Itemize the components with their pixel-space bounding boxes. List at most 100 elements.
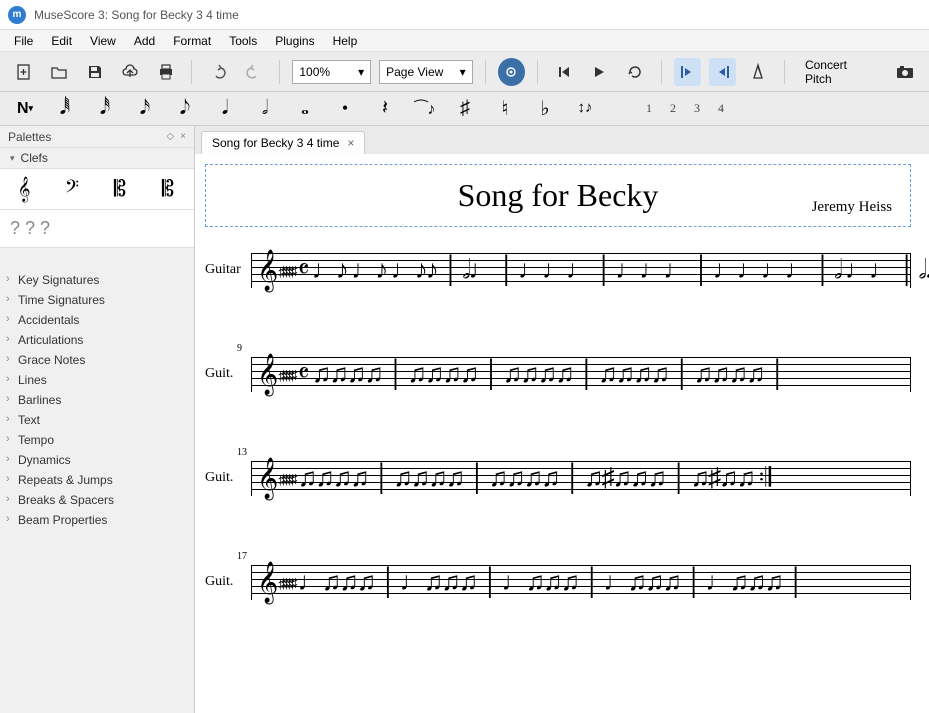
title-frame[interactable]: Song for Becky Jeremy Heiss [205, 164, 911, 227]
palette-grace-notes[interactable]: Grace Notes [0, 350, 194, 370]
concert-pitch-button[interactable]: Concert Pitch [797, 59, 884, 85]
menu-edit[interactable]: Edit [43, 32, 80, 50]
canvas-area: Song for Becky 3 4 time × Song for Becky… [195, 126, 929, 713]
loop-in-button[interactable] [674, 58, 701, 86]
voice-3-button[interactable]: 3 [694, 101, 700, 116]
chevron-down-icon: ▾ [358, 65, 364, 79]
play-button[interactable] [586, 58, 613, 86]
palette-list: Key Signatures Time Signatures Accidenta… [0, 270, 194, 530]
duration-16th-button[interactable]: 𝅘𝅥𝅯 [134, 96, 156, 122]
staff-lines[interactable]: 𝄞♯♯♯♯♯ 𝄴 ♩♪ ♩♪ ♩♪♪ │ 𝅗𝅥♩ │ ♩♩♩ │ ♩♩♩ │ ♩… [251, 253, 911, 287]
sharp-button[interactable]: ♯ [454, 96, 476, 122]
toolbar-separator [485, 60, 486, 84]
menu-add[interactable]: Add [126, 32, 163, 50]
staff-system-2[interactable]: Guit. 9 𝄞♯♯♯♯♯ 𝄴 ♫♫♫♫ │ ♫♫♫♫ │ ♫♫♫♫ │ ♫♫… [205, 357, 911, 391]
bar-number: 17 [237, 551, 247, 562]
palette-tempo[interactable]: Tempo [0, 430, 194, 450]
dot-button[interactable]: • [334, 96, 356, 122]
palette-barlines[interactable]: Barlines [0, 390, 194, 410]
voice-2-button[interactable]: 2 [670, 101, 676, 116]
staff-label: Guit. [205, 574, 251, 590]
window-title: MuseScore 3: Song for Becky 3 4 time [34, 8, 239, 22]
flat-button[interactable]: ♭ [534, 96, 556, 122]
undock-icon[interactable]: ◇ [166, 131, 174, 142]
duration-quarter-button[interactable]: 𝅘𝅥 [214, 96, 236, 122]
staff-lines[interactable]: 13 𝄞♯♯♯♯♯ ♫♫♫♫ │ ♫♫♫♫ │ ♫♫♫♫ │ ♫♯♫♫♫ │ ♫… [251, 461, 911, 495]
rewind-button[interactable] [550, 58, 577, 86]
menu-format[interactable]: Format [165, 32, 219, 50]
staff-lines[interactable]: 17 𝄞♯♯♯♯♯ ♩♫♫♫ │ ♩♫♫♫ │ ♩♫♫♫ │ ♩♫♫♫ │ ♩♫… [251, 565, 911, 599]
menu-file[interactable]: File [6, 32, 41, 50]
staff-system-4[interactable]: Guit. 17 𝄞♯♯♯♯♯ ♩♫♫♫ │ ♩♫♫♫ │ ♩♫♫♫ │ ♩♫♫… [205, 565, 911, 599]
staff-system-3[interactable]: Guit. 13 𝄞♯♯♯♯♯ ♫♫♫♫ │ ♫♫♫♫ │ ♫♫♫♫ │ ♫♯♫… [205, 461, 911, 495]
palette-dynamics[interactable]: Dynamics [0, 450, 194, 470]
new-file-button[interactable] [10, 58, 37, 86]
score-composer[interactable]: Jeremy Heiss [812, 199, 892, 216]
staff-system-1[interactable]: Guitar 𝄞♯♯♯♯♯ 𝄴 ♩♪ ♩♪ ♩♪♪ │ 𝅗𝅥♩ │ ♩♩♩ │ … [205, 253, 911, 287]
note-input-toolbar: N▾ 𝅘𝅥𝅱 𝅘𝅥𝅰 𝅘𝅥𝅯 𝅘𝅥𝅮 𝅘𝅥 𝅗𝅥 𝅝 • 𝄽 ⁀♪ ♯ ♮ ♭ … [0, 92, 929, 126]
menu-tools[interactable]: Tools [221, 32, 265, 50]
document-tab[interactable]: Song for Becky 3 4 time × [201, 131, 365, 154]
alto-clef-cell[interactable]: 𝄡 [102, 173, 138, 205]
duration-8th-button[interactable]: 𝅘𝅥𝅮 [174, 96, 196, 122]
voice-4-button[interactable]: 4 [718, 101, 724, 116]
palette-articulations[interactable]: Articulations [0, 330, 194, 350]
palette-beam-properties[interactable]: Beam Properties [0, 510, 194, 530]
score-page[interactable]: Song for Becky Jeremy Heiss Guitar 𝄞♯♯♯♯… [195, 154, 929, 713]
tenor-clef-cell[interactable]: 𝄡 [150, 173, 186, 205]
tie-button[interactable]: ⁀♪ [414, 96, 436, 122]
bass-clef-cell[interactable]: 𝄢 [54, 173, 90, 205]
close-tab-icon[interactable]: × [347, 136, 354, 150]
cloud-save-button[interactable] [116, 58, 143, 86]
spacer [0, 248, 194, 268]
natural-button[interactable]: ♮ [494, 96, 516, 122]
content-area: Palettes ◇ × ▾ Clefs 𝄞 𝄢 𝄡 𝄡 ? ? ? Key S… [0, 126, 929, 713]
palette-accidentals[interactable]: Accidentals [0, 310, 194, 330]
bar-number: 9 [237, 343, 242, 354]
loop-button[interactable] [621, 58, 648, 86]
print-button[interactable] [152, 58, 179, 86]
rest-button[interactable]: 𝄽 [374, 96, 396, 122]
clef-palette-row: 𝄞 𝄢 𝄡 𝄡 [0, 168, 194, 210]
save-button[interactable] [81, 58, 108, 86]
zoom-combo[interactable]: 100% ▾ [292, 60, 371, 84]
settings-round-button[interactable] [498, 58, 525, 86]
duration-32nd-button[interactable]: 𝅘𝅥𝅰 [94, 96, 116, 122]
menu-view[interactable]: View [82, 32, 124, 50]
score-title[interactable]: Song for Becky [458, 177, 659, 214]
staff-label: Guit. [205, 366, 251, 382]
duration-64th-button[interactable]: 𝅘𝅥𝅱 [54, 96, 76, 122]
document-tab-strip: Song for Becky 3 4 time × [195, 126, 929, 154]
staff-lines[interactable]: 9 𝄞♯♯♯♯♯ 𝄴 ♫♫♫♫ │ ♫♫♫♫ │ ♫♫♫♫ │ ♫♫♫♫ │ ♫… [251, 357, 911, 391]
palette-text[interactable]: Text [0, 410, 194, 430]
zoom-value: 100% [299, 65, 330, 79]
open-file-button[interactable] [45, 58, 72, 86]
metronome-button[interactable] [744, 58, 771, 86]
palette-breaks-spacers[interactable]: Breaks & Spacers [0, 490, 194, 510]
staff-label: Guitar [205, 262, 251, 278]
close-icon[interactable]: × [180, 131, 186, 142]
unknown-palette-row[interactable]: ? ? ? [0, 210, 194, 248]
undo-button[interactable] [204, 58, 231, 86]
duration-half-button[interactable]: 𝅗𝅥 [254, 96, 276, 122]
camera-button[interactable] [892, 58, 919, 86]
toolbar-separator [661, 60, 662, 84]
view-mode-combo[interactable]: Page View ▾ [379, 60, 472, 84]
duration-whole-button[interactable]: 𝅝 [294, 96, 316, 122]
staff-label: Guit. [205, 470, 251, 486]
palette-lines[interactable]: Lines [0, 370, 194, 390]
loop-out-button[interactable] [709, 58, 736, 86]
redo-button[interactable] [240, 58, 267, 86]
note-input-mode-button[interactable]: N▾ [14, 96, 36, 122]
palette-time-signatures[interactable]: Time Signatures [0, 290, 194, 310]
voice-1-button[interactable]: 1 [646, 101, 652, 116]
toolbar-separator [191, 60, 192, 84]
palettes-sidebar: Palettes ◇ × ▾ Clefs 𝄞 𝄢 𝄡 𝄡 ? ? ? Key S… [0, 126, 195, 713]
palette-key-signatures[interactable]: Key Signatures [0, 270, 194, 290]
flip-button[interactable]: ↕♪ [574, 96, 596, 122]
treble-clef-cell[interactable]: 𝄞 [6, 173, 42, 205]
menu-plugins[interactable]: Plugins [267, 32, 322, 50]
palette-repeats-jumps[interactable]: Repeats & Jumps [0, 470, 194, 490]
menu-help[interactable]: Help [325, 32, 366, 50]
clefs-section-header[interactable]: ▾ Clefs [0, 148, 194, 168]
